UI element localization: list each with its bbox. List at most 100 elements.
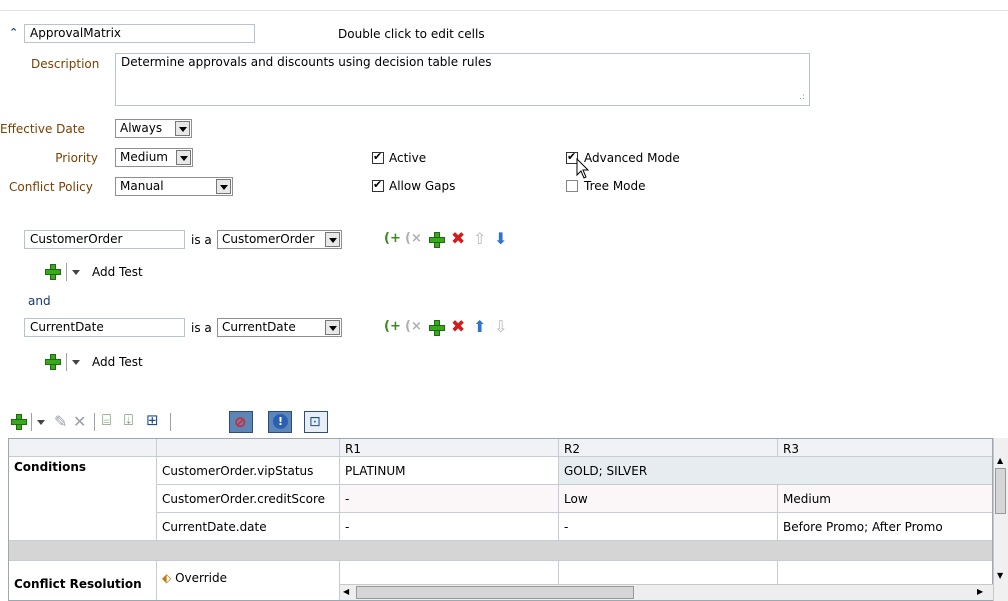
add-row-icon[interactable] bbox=[10, 413, 28, 431]
is-a-label: is a bbox=[191, 233, 212, 247]
table-cell[interactable] bbox=[778, 561, 992, 585]
pattern-type-select[interactable]: CurrentDate bbox=[217, 318, 342, 337]
horizontal-scrollbar[interactable]: ◀ ▶ bbox=[340, 584, 993, 600]
tree-mode-checkbox[interactable] bbox=[566, 180, 578, 192]
add-test-icon[interactable] bbox=[44, 353, 62, 371]
add-test-button[interactable]: Add Test bbox=[92, 265, 143, 279]
column-header-r3[interactable]: R3 bbox=[778, 439, 992, 457]
override-cell[interactable]: ⬖ Override bbox=[157, 561, 340, 600]
description-textarea[interactable]: Determine approvals and discounts using … bbox=[115, 53, 810, 106]
table-cell[interactable]: Low bbox=[559, 485, 778, 513]
scroll-right-icon[interactable]: ▶ bbox=[977, 587, 983, 597]
pattern-type-select[interactable]: CustomerOrder bbox=[217, 230, 342, 249]
table-header-blank bbox=[9, 439, 157, 457]
scroll-down-icon[interactable]: ▼ bbox=[997, 572, 1003, 580]
table-cell[interactable]: - bbox=[559, 513, 778, 541]
is-a-label: is a bbox=[191, 321, 212, 335]
effective-date-select[interactable]: Always bbox=[115, 119, 192, 138]
toggle-conflicts-button[interactable]: ⊘ bbox=[229, 411, 253, 433]
delete-pattern-icon[interactable]: ✖ bbox=[451, 231, 465, 248]
delete-pattern-icon[interactable]: ✖ bbox=[451, 319, 465, 336]
divider bbox=[66, 353, 67, 371]
chevron-down-icon[interactable] bbox=[72, 270, 80, 275]
table-cell[interactable] bbox=[340, 561, 559, 585]
divider bbox=[66, 263, 67, 281]
priority-select[interactable]: Medium bbox=[115, 148, 193, 167]
table-cell[interactable]: PLATINUM bbox=[340, 457, 559, 485]
conflict-policy-select[interactable]: Manual bbox=[115, 177, 233, 196]
add-test-button[interactable]: Add Test bbox=[92, 355, 143, 369]
chevron-down-icon[interactable] bbox=[176, 150, 191, 165]
table-cell[interactable]: - bbox=[340, 485, 559, 513]
move-up-icon[interactable]: ⇧ bbox=[473, 231, 486, 247]
table-cell[interactable] bbox=[559, 561, 778, 585]
table-cell[interactable]: Medium bbox=[778, 485, 992, 513]
divider bbox=[170, 413, 171, 431]
top-divider bbox=[0, 10, 1008, 11]
split-table-icon[interactable]: ⌸ bbox=[102, 411, 111, 429]
ruleset-name-field[interactable]: ApprovalMatrix bbox=[24, 24, 255, 43]
allow-gaps-label: Allow Gaps bbox=[389, 179, 456, 193]
gap-analysis-icon[interactable]: ⊞ bbox=[146, 411, 159, 429]
decision-table: R1 R2 R3 Conditions CustomerOrder.vipSta… bbox=[8, 438, 993, 601]
scrollbar-thumb[interactable] bbox=[995, 468, 1006, 514]
table-cell[interactable]: Before Promo; After Promo bbox=[778, 513, 992, 541]
validate-button[interactable]: ! bbox=[268, 411, 292, 433]
table-header-blank bbox=[157, 439, 340, 457]
section-divider-row bbox=[9, 541, 992, 561]
edit-hint: Double click to edit cells bbox=[338, 27, 485, 41]
conflict-policy-value: Manual bbox=[120, 179, 164, 193]
chevron-down-icon[interactable] bbox=[216, 179, 231, 194]
no-entry-icon: ⊘ bbox=[234, 413, 247, 431]
tree-mode-label: Tree Mode bbox=[584, 179, 646, 193]
add-nested-pattern-icon[interactable]: (+ bbox=[384, 231, 401, 246]
allow-gaps-checkbox[interactable] bbox=[372, 178, 384, 192]
conditions-section-label: Conditions bbox=[9, 457, 157, 541]
chevron-down-icon[interactable] bbox=[175, 121, 190, 136]
description-label: Description bbox=[31, 57, 100, 71]
remove-nested-pattern-icon[interactable]: (× bbox=[405, 319, 422, 334]
add-pattern-icon[interactable] bbox=[428, 319, 446, 337]
scrollbar-thumb[interactable] bbox=[356, 586, 634, 599]
chevron-down-icon[interactable] bbox=[72, 360, 80, 365]
condition-name-cell[interactable]: CustomerOrder.vipStatus bbox=[157, 457, 340, 485]
move-down-icon[interactable]: ⇩ bbox=[494, 319, 507, 335]
condition-name-cell[interactable]: CustomerOrder.creditScore bbox=[157, 485, 340, 513]
divider bbox=[31, 413, 32, 431]
scroll-up-icon[interactable]: ▲ bbox=[997, 457, 1003, 465]
table-cell[interactable]: GOLD; SILVER bbox=[559, 457, 992, 485]
pattern-variable-field[interactable]: CustomerOrder bbox=[24, 230, 185, 249]
remove-nested-pattern-icon[interactable]: (× bbox=[405, 231, 422, 246]
chevron-down-icon[interactable] bbox=[325, 232, 340, 247]
column-header-r2[interactable]: R2 bbox=[559, 439, 778, 457]
add-pattern-icon[interactable] bbox=[428, 231, 446, 249]
conflict-policy-label: Conflict Policy bbox=[9, 180, 93, 194]
delete-icon[interactable]: ✕ bbox=[73, 412, 86, 431]
collapse-icon[interactable]: ⌃ bbox=[9, 26, 18, 39]
merge-table-icon[interactable]: ⍗ bbox=[124, 411, 133, 429]
move-down-icon[interactable]: ⬇ bbox=[494, 231, 507, 247]
compact-view-button[interactable]: ⊡ bbox=[304, 411, 328, 433]
active-checkbox[interactable] bbox=[372, 150, 384, 164]
pattern-variable-field[interactable]: CurrentDate bbox=[24, 318, 185, 337]
and-label: and bbox=[28, 294, 51, 308]
pattern-type-value: CustomerOrder bbox=[222, 232, 315, 246]
table-cell[interactable]: - bbox=[340, 513, 559, 541]
edit-icon[interactable]: ✎ bbox=[54, 412, 67, 431]
override-label: Override bbox=[175, 571, 227, 585]
add-nested-pattern-icon[interactable]: (+ bbox=[384, 319, 401, 334]
priority-label: Priority bbox=[55, 151, 98, 165]
chevron-down-icon[interactable] bbox=[325, 320, 340, 335]
pattern-type-value: CurrentDate bbox=[222, 320, 296, 334]
chevron-down-icon[interactable] bbox=[37, 420, 45, 425]
condition-name-cell[interactable]: CurrentDate.date bbox=[157, 513, 340, 541]
resize-grip-icon[interactable]: .: bbox=[799, 91, 805, 104]
add-test-icon[interactable] bbox=[44, 263, 62, 281]
move-up-icon[interactable]: ⬆ bbox=[473, 319, 486, 335]
divider bbox=[94, 413, 95, 431]
vertical-scrollbar[interactable]: ▲ ▼ bbox=[993, 438, 1008, 601]
info-icon: ! bbox=[273, 414, 288, 429]
mouse-cursor-icon bbox=[576, 158, 590, 179]
column-header-r1[interactable]: R1 bbox=[340, 439, 559, 457]
scroll-left-icon[interactable]: ◀ bbox=[343, 587, 349, 597]
